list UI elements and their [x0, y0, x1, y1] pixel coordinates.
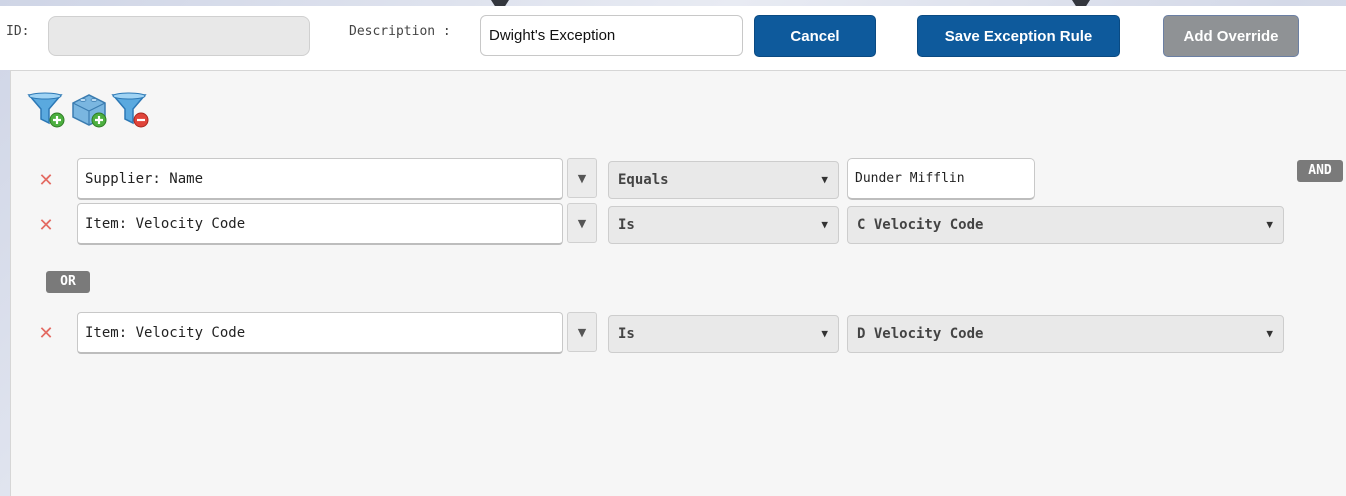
rule-value-select[interactable]: C Velocity Code ▼: [847, 206, 1284, 244]
save-exception-rule-button[interactable]: Save Exception Rule: [917, 15, 1120, 57]
rule-value-input[interactable]: [847, 158, 1035, 200]
filter-add-icon[interactable]: [27, 89, 67, 129]
chevron-down-icon[interactable]: ▼: [567, 312, 597, 352]
block-add-icon[interactable]: [69, 89, 109, 129]
rule-field-select[interactable]: Supplier: Name: [77, 158, 563, 200]
rule-operator-select[interactable]: Is ▼: [608, 315, 839, 353]
filter-remove-icon[interactable]: [111, 89, 151, 129]
header-bar: ID: Description : Cancel Save Exception …: [0, 6, 1346, 70]
rules-panel: ✕ Supplier: Name ▼ Equals▼ AND ✕ Item: V…: [10, 70, 1346, 496]
description-input[interactable]: [480, 15, 743, 56]
cancel-button[interactable]: Cancel: [754, 15, 876, 57]
and-connector-badge[interactable]: AND: [1297, 160, 1343, 182]
id-label: ID:: [6, 24, 30, 39]
or-separator-badge[interactable]: OR: [46, 271, 90, 293]
chevron-down-icon[interactable]: ▼: [567, 158, 597, 198]
add-override-button[interactable]: Add Override: [1163, 15, 1299, 57]
rule-value-select[interactable]: D Velocity Code ▼: [847, 315, 1284, 353]
chevron-down-icon[interactable]: ▼: [567, 203, 597, 243]
rule-operator-select[interactable]: Is ▼: [608, 206, 839, 244]
description-label: Description :: [349, 24, 451, 39]
delete-rule-icon[interactable]: ✕: [38, 172, 54, 190]
delete-rule-icon[interactable]: ✕: [38, 325, 54, 343]
rule-operator-select[interactable]: Equals ▼: [608, 161, 839, 199]
rule-field-select[interactable]: Item: Velocity Code: [77, 203, 563, 245]
delete-rule-icon[interactable]: ✕: [38, 217, 54, 235]
id-input[interactable]: [48, 16, 310, 56]
rule-field-select[interactable]: Item: Velocity Code: [77, 312, 563, 354]
